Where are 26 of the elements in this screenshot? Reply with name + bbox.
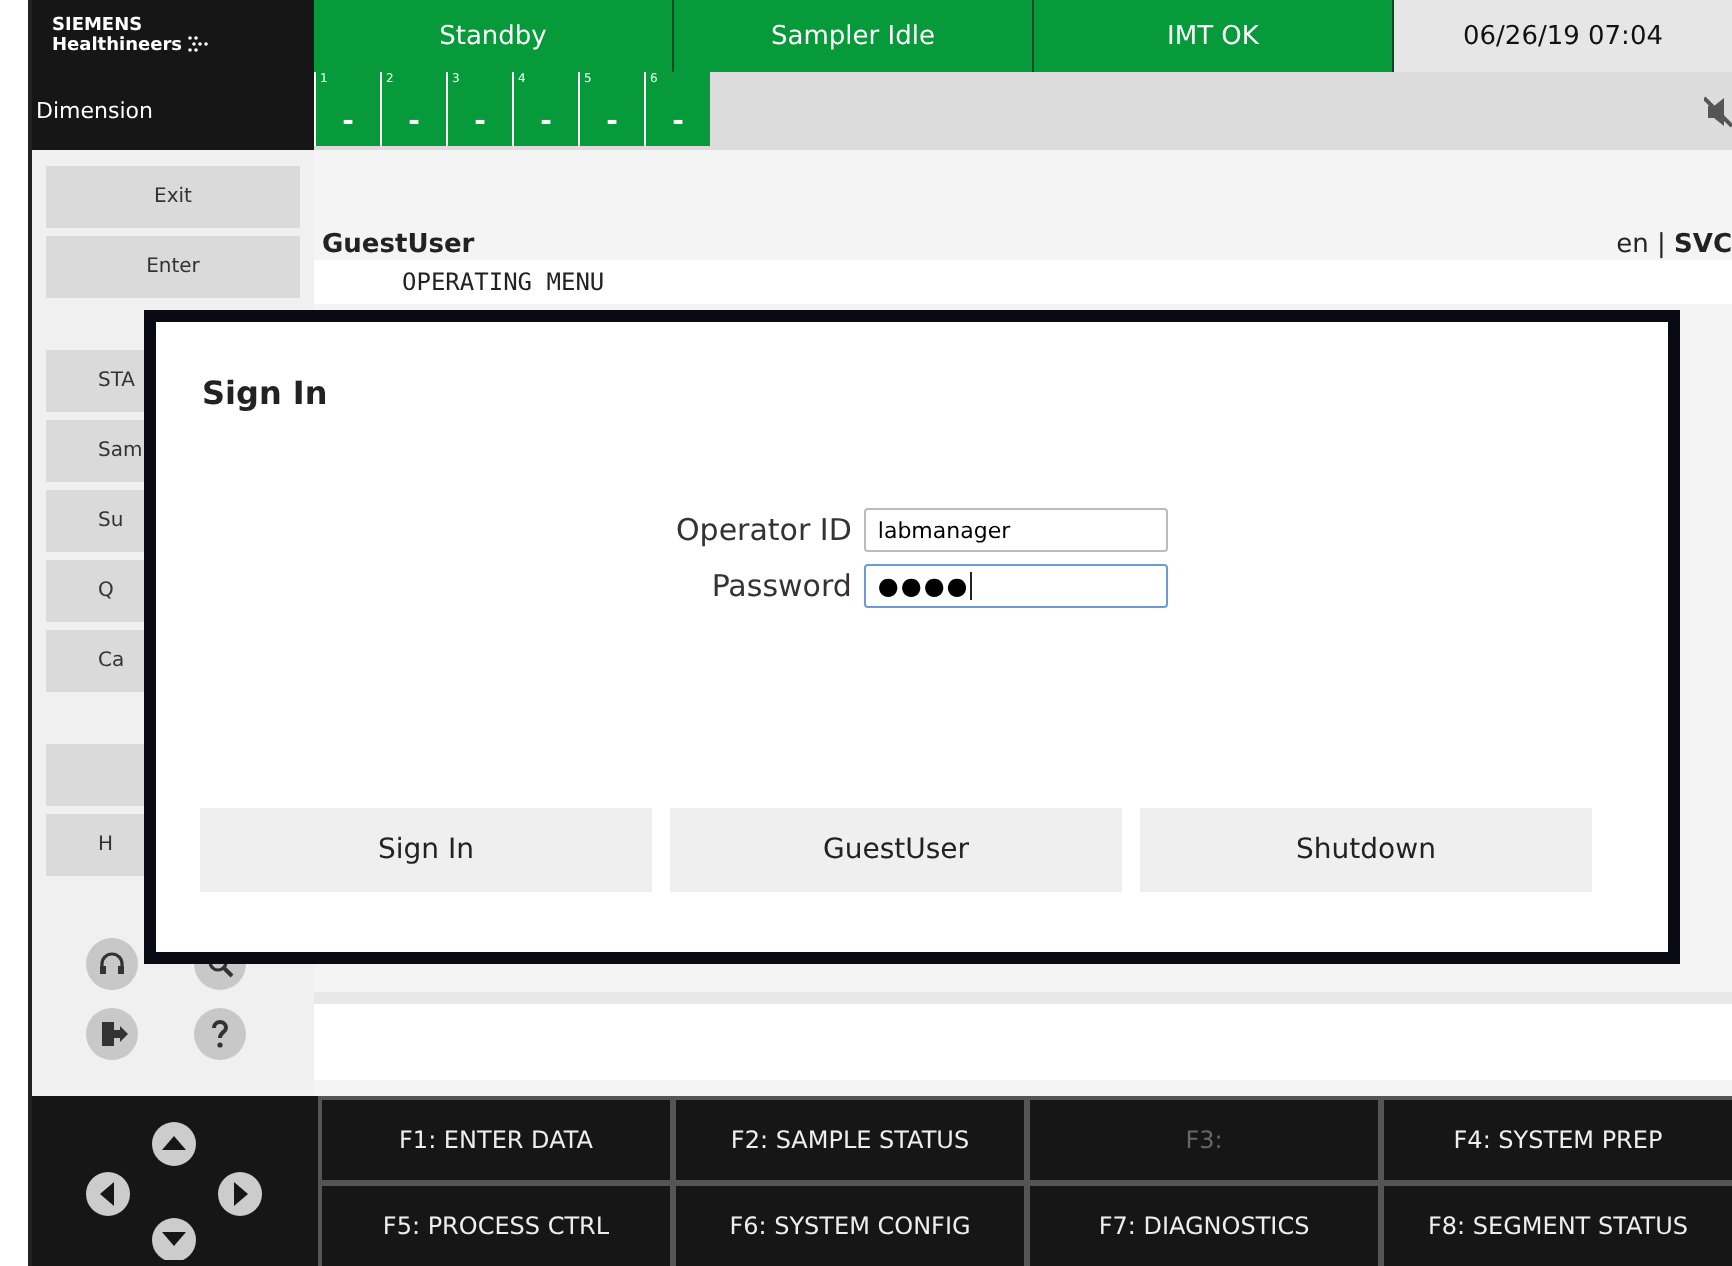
function-key[interactable]: F2: SAMPLE STATUS [676,1100,1024,1180]
sidebar-button[interactable]: Enter [46,236,300,298]
sidebar-button[interactable]: Exit [46,166,300,228]
product-name: Dimension [36,98,153,124]
function-key[interactable]: F8: SEGMENT STATUS [1384,1186,1732,1266]
function-key[interactable]: F1: ENTER DATA [322,1100,670,1180]
function-key[interactable]: F4: SYSTEM PREP [1384,1100,1732,1180]
dialog-button[interactable]: GuestUser [670,808,1122,892]
status-indicator: Standby [314,0,674,72]
menu-title: OPERATING MENU [402,268,605,296]
date-time: 06/26/19 07:04 [1394,0,1732,72]
function-key[interactable]: F5: PROCESS CTRL [322,1186,670,1266]
field-label: Password [709,568,852,604]
function-key[interactable]: F6: SYSTEM CONFIG [676,1186,1024,1266]
function-key[interactable]: F7: DIAGNOSTICS [1030,1186,1378,1266]
operator-id-field[interactable]: labmanager [863,508,1168,552]
status-indicator: IMT OK [1034,0,1394,72]
dialog-button[interactable]: Sign In [200,808,652,892]
brand-logo: SIEMENS Healthineers [32,0,314,72]
field-label: Operator ID [676,512,852,548]
user-name: GuestUser [322,230,475,260]
dialog-title: Sign In [202,374,330,412]
dialog-button[interactable]: Shutdown [1140,808,1592,892]
status-indicator: Sampler Idle [674,0,1034,72]
language-mode: en | SVC [1616,230,1732,260]
password-field[interactable]: ●●●● [863,564,1168,608]
